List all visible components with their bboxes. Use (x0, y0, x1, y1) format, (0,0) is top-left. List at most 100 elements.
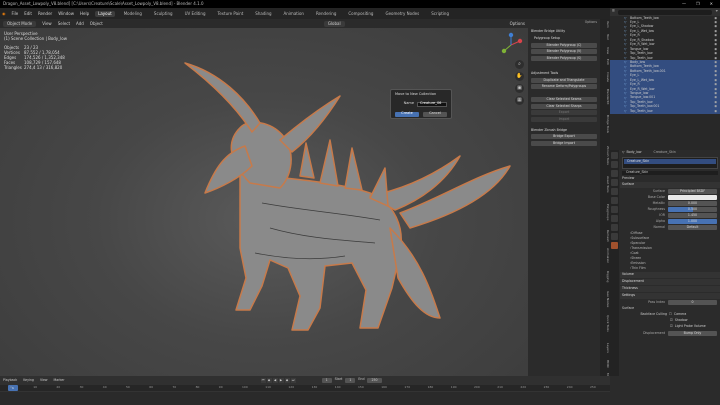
navigation-gizmo[interactable] (498, 32, 524, 58)
data-tab-icon[interactable] (611, 233, 618, 240)
bridge-utility-header[interactable]: Blender Bridge Utility (528, 27, 600, 34)
field-value[interactable]: 0.000 (668, 201, 717, 206)
tab-compositing[interactable]: Compositing (345, 11, 376, 17)
prev-key-icon[interactable]: ◆ (266, 378, 272, 383)
modifier-tab-icon[interactable] (611, 206, 618, 213)
menu-marker[interactable]: Marker (54, 378, 65, 382)
menu-help[interactable]: Help (80, 11, 89, 16)
material-tab-icon[interactable] (611, 242, 618, 249)
zoom-icon[interactable]: ⌕ (515, 60, 524, 69)
export-button[interactable]: Export (531, 110, 597, 116)
cancel-button[interactable]: Cancel (423, 111, 447, 117)
menu-playback[interactable]: Playback (3, 378, 17, 382)
play-reverse-icon[interactable]: ◀ (272, 378, 278, 383)
visibility-eye-icon[interactable]: ◉ (714, 82, 717, 86)
section-header[interactable]: Displacement (620, 279, 720, 285)
outliner-search-input[interactable] (617, 9, 713, 15)
end-frame-field[interactable]: 250 (367, 378, 382, 383)
section-header[interactable]: Volume (620, 272, 720, 278)
maximize-icon[interactable]: ❐ (696, 2, 700, 6)
material-slot-item[interactable]: Creature_Skin (624, 159, 716, 164)
tab-sculpting[interactable]: Sculpting (151, 11, 176, 17)
3d-viewport[interactable]: User Perspective (1) Scene Collection | … (0, 28, 528, 376)
filter-icon[interactable]: ⏷ (715, 10, 718, 13)
tab-texture-paint[interactable]: Texture Paint (214, 11, 246, 17)
surface-shader-field[interactable]: Surface Principled BSDF (620, 189, 720, 194)
options-dropdown[interactable]: Options (510, 21, 525, 26)
jump-end-icon[interactable]: ⏭ (290, 378, 296, 383)
field-value[interactable]: 1.450 (668, 213, 717, 218)
material-field[interactable]: Alpha 1.000 (620, 219, 720, 224)
menu-keying[interactable]: Keying (23, 378, 34, 382)
sidebar-tab[interactable]: Geo Nodes (601, 291, 610, 307)
polygroup-c-button[interactable]: Blender Polygroup (C) (531, 42, 597, 48)
tab-modeling[interactable]: Modeling (121, 11, 145, 17)
bridge-export-button[interactable]: Bridge Export (531, 134, 597, 140)
material-slots[interactable]: Creature_Skin (622, 157, 718, 169)
outliner-editor-icon[interactable]: ☰ (612, 10, 615, 13)
tab-layout[interactable]: Layout (95, 10, 115, 17)
material-field[interactable]: Base Color (620, 195, 720, 200)
constraints-tab-icon[interactable] (611, 224, 618, 231)
sidebar-tab[interactable]: Create (601, 72, 610, 82)
menu-add[interactable]: Add (76, 21, 84, 26)
frame-ruler[interactable]: 1 0 10 20 30 40 50 60 70 80 90 100 110 120 130 140 150 1… (0, 385, 610, 392)
field-value[interactable] (668, 195, 717, 200)
sidebar-tab[interactable]: BlenderKit (601, 89, 610, 105)
displacement-field[interactable]: Displacement Bump Only (620, 331, 720, 336)
menu-window[interactable]: Window (58, 11, 74, 16)
visibility-eye-icon[interactable]: ◉ (714, 51, 717, 55)
polygroup-s-button[interactable]: Blender Polygroup (S) (531, 55, 597, 61)
field-value[interactable]: 0.500 (668, 207, 717, 212)
surface-section[interactable]: Surface (620, 182, 720, 188)
pass-index-field[interactable]: Pass Index 0 (620, 300, 720, 305)
jump-start-icon[interactable]: ⏮ (260, 378, 266, 383)
duplicate-triangulate-button[interactable]: Duplicate and Triangulate (531, 77, 597, 83)
clear-sharps-button[interactable]: Clear Selected Sharps (531, 103, 597, 109)
orientation-dropdown[interactable]: Global (323, 20, 345, 27)
tab-rendering[interactable]: Rendering (313, 11, 339, 17)
visibility-eye-icon[interactable]: ◉ (714, 43, 717, 46)
mode-dropdown[interactable]: Object Mode (3, 20, 37, 27)
physics-tab-icon[interactable] (611, 215, 618, 222)
menu-render[interactable]: Render (38, 11, 52, 16)
sidebar-tab[interactable]: Zbrush Tools (601, 146, 610, 165)
perspective-grid-icon[interactable]: ▦ (515, 96, 524, 105)
material-field[interactable]: Normal Default (620, 225, 720, 230)
light-probe-check[interactable]: ☑ Light Probe Volume (620, 324, 720, 330)
output-tab-icon[interactable] (611, 170, 618, 177)
blender-logo-icon[interactable]: ◉ (2, 11, 6, 16)
tab-uv-editing[interactable]: UV Editing (182, 11, 209, 17)
sidebar-tab[interactable]: Asset Tools (601, 176, 610, 193)
sidebar-tab[interactable]: View (601, 47, 610, 54)
subpanel-header[interactable]: › Thin Film (620, 266, 720, 271)
minimize-icon[interactable]: — (682, 2, 686, 6)
sidebar-tab[interactable]: Tool (601, 34, 610, 40)
menu-view[interactable]: View (42, 21, 52, 26)
rename-polygroups-button[interactable]: Rename Deform/Polygroups (531, 84, 597, 90)
material-field[interactable]: Roughness 0.500 (620, 207, 720, 212)
close-icon[interactable]: ✕ (710, 2, 713, 6)
world-tab-icon[interactable] (611, 188, 618, 195)
sidebar-tab[interactable]: Polygroups (601, 204, 610, 220)
sidebar-tab[interactable]: Bridge Tools (601, 115, 610, 133)
menu-file[interactable]: File (12, 11, 19, 16)
tab-shading[interactable]: Shading (252, 11, 274, 17)
start-frame-field[interactable]: 1 (345, 378, 356, 383)
tab-geometry-nodes[interactable]: Geometry Nodes (382, 11, 422, 17)
field-value[interactable]: 1.000 (668, 219, 717, 224)
camera-icon[interactable]: ▣ (515, 84, 524, 93)
section-header[interactable]: Thickness (620, 286, 720, 292)
import-button[interactable]: Import (531, 116, 597, 122)
collection-name-input[interactable]: Creature_06 (417, 101, 447, 107)
sidebar-tab[interactable]: Edit (601, 59, 610, 65)
create-button[interactable]: Create (395, 111, 419, 117)
material-field[interactable]: Metallic 0.000 (620, 201, 720, 206)
render-tab-icon[interactable] (611, 161, 618, 168)
menu-edit[interactable]: Edit (24, 11, 32, 16)
current-frame-field[interactable]: 1 (321, 378, 332, 383)
sidebar-tab[interactable]: Remesh (601, 230, 610, 242)
menu-timeline-view[interactable]: View (40, 378, 48, 382)
material-field[interactable]: IOR 1.450 (620, 213, 720, 218)
zbrush-bridge-header[interactable]: Blender Zbrush Bridge (528, 126, 600, 133)
